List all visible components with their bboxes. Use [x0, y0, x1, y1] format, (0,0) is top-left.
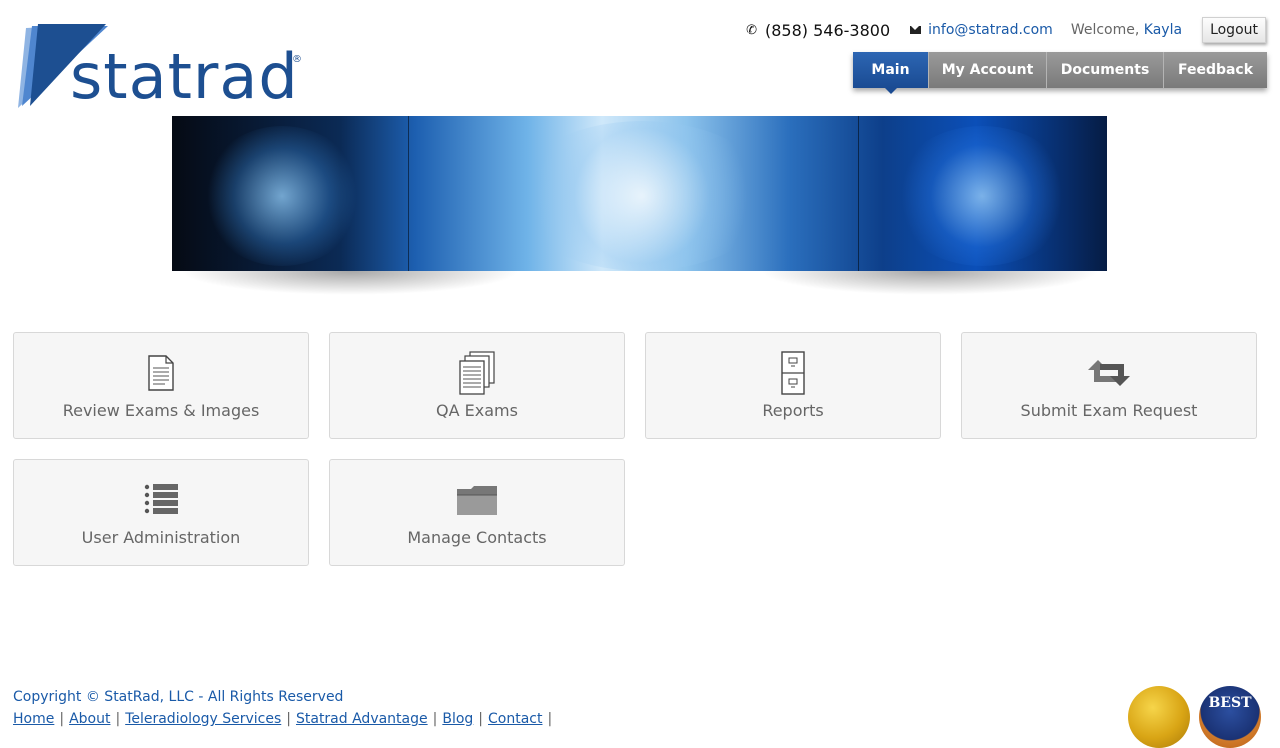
banner-shadow — [180, 271, 520, 295]
tile-label: QA Exams — [436, 401, 518, 420]
tile-label: Submit Exam Request — [1020, 401, 1198, 420]
envelope-icon — [910, 26, 922, 34]
joint-commission-badge-icon — [1128, 686, 1190, 748]
tab-documents[interactable]: Documents — [1046, 52, 1163, 88]
tile-label: Reports — [762, 401, 824, 420]
tile-user-administration[interactable]: User Administration — [13, 459, 309, 566]
contact-bar: ✆ (858) 546-3800 info@statrad.com Welcom… — [746, 16, 1266, 44]
main-nav: Main My Account Documents Feedback — [853, 52, 1267, 94]
file-cabinet-icon — [780, 351, 806, 395]
footer-link-teleradiology-services[interactable]: Teleradiology Services — [125, 711, 281, 727]
tile-label: User Administration — [81, 528, 241, 547]
best-badge-text: BEST — [1208, 695, 1252, 711]
welcome-prefix: Welcome, — [1070, 22, 1140, 38]
banner-divider — [408, 116, 409, 271]
exchange-arrows-icon — [1084, 353, 1134, 393]
list-icon — [143, 480, 179, 520]
footer-link-statrad-advantage[interactable]: Statrad Advantage — [296, 711, 428, 727]
email-link[interactable]: info@statrad.com — [910, 22, 1053, 38]
registered-mark: ® — [292, 54, 302, 65]
tab-feedback[interactable]: Feedback — [1163, 52, 1267, 88]
banner-divider — [858, 116, 859, 271]
footer-links: Home | About | Teleradiology Services | Statra… — [13, 711, 553, 727]
phone-contact[interactable]: ✆ (858) 546-3800 — [746, 21, 890, 40]
hero-banner-image — [172, 116, 1107, 271]
tile-manage-contacts[interactable]: Manage Contacts — [329, 459, 625, 566]
tile-reports[interactable]: Reports — [645, 332, 941, 439]
stacked-documents-icon — [458, 351, 496, 395]
tile-review-exams[interactable]: Review Exams & Images — [13, 332, 309, 439]
tab-main[interactable]: Main — [853, 52, 928, 94]
skull-xray-image — [202, 126, 362, 266]
tile-qa-exams[interactable]: QA Exams — [329, 332, 625, 439]
phone-number: (858) 546-3800 — [765, 20, 891, 40]
folder-icon — [455, 480, 499, 520]
footer-link-about[interactable]: About — [69, 711, 110, 727]
tab-my-account[interactable]: My Account — [928, 52, 1046, 88]
logo-wordmark: statrad — [70, 40, 299, 113]
brain-scan-image — [512, 121, 772, 271]
banner-shadow — [760, 271, 1100, 295]
tile-label: Manage Contacts — [407, 528, 547, 547]
user-name-link[interactable]: Kayla — [1144, 22, 1182, 38]
tile-label: Review Exams & Images — [62, 401, 260, 420]
email-address: info@statrad.com — [928, 22, 1053, 38]
welcome-message: Welcome, Kayla — [1071, 22, 1182, 38]
logout-button[interactable]: Logout — [1202, 17, 1266, 43]
copyright-text: Copyright © StatRad, LLC - All Rights Re… — [13, 689, 344, 705]
footer-link-contact[interactable]: Contact — [488, 711, 542, 727]
statrad-logo[interactable]: statrad ® — [16, 20, 316, 112]
document-icon — [147, 353, 175, 393]
footer-link-blog[interactable]: Blog — [442, 711, 473, 727]
tile-submit-exam-request[interactable]: Submit Exam Request — [961, 332, 1257, 439]
phone-icon: ✆ — [746, 22, 757, 38]
pelvis-xray-image — [892, 126, 1072, 266]
footer-link-home[interactable]: Home — [13, 711, 54, 727]
best-award-badge-icon: BEST — [1199, 686, 1261, 748]
